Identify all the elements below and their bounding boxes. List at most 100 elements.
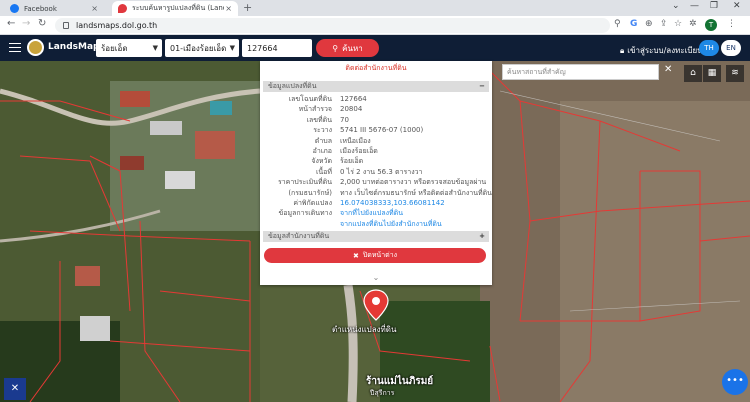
- search-button[interactable]: ⚲ ค้นหา: [316, 39, 379, 57]
- info-label: (กรมธนารักษ์): [288, 188, 332, 197]
- chevron-down-icon[interactable]: ⌄: [260, 273, 492, 282]
- lang-th-button[interactable]: TH: [699, 40, 719, 56]
- info-row: ตำบล เหนือเมือง: [260, 136, 492, 146]
- info-link[interactable]: 16.074038333,103.66081142: [340, 198, 445, 208]
- lang-en-button[interactable]: EN: [721, 40, 741, 56]
- google-icon[interactable]: G: [630, 19, 637, 29]
- chevron-down-icon: ▼: [152, 44, 158, 52]
- info-row: เลขโฉนดที่ดิน 127664: [260, 94, 492, 104]
- home-icon[interactable]: ⌂: [684, 65, 702, 82]
- info-row: ราคาประเมินที่ดิน 2,000 บาทต่อตารางวา หรื…: [260, 177, 492, 187]
- info-row: เนื้อที่ 0 ไร่ 2 งาน 56.3 ตารางวา: [260, 167, 492, 177]
- info-value: 127664: [340, 95, 367, 103]
- close-tab-icon[interactable]: ×: [225, 4, 232, 13]
- info-label: อำเภอ: [312, 147, 332, 155]
- info-row: จากแปลงที่ดินไปยังสำนักงานที่ดิน: [260, 219, 492, 229]
- close-icon: ✖: [352, 251, 359, 260]
- info-label: หน้าสำรวจ: [298, 105, 332, 114]
- forward-icon[interactable]: →: [22, 18, 30, 29]
- district-select[interactable]: 01-เมืองร้อยเอ็ด ▼: [165, 39, 239, 57]
- info-label: ข้อมูลการเดินทาง: [278, 209, 332, 218]
- district-value: 01-เมืองร้อยเอ็ด: [170, 43, 227, 53]
- info-value: 5741 III 5676-07 (1000): [340, 126, 424, 135]
- login-label: เข้าสู่ระบบ/ลงทะเบียน: [627, 46, 703, 55]
- search-icon: ⚲: [332, 43, 339, 53]
- info-label: เลขโฉนดที่ดิน: [288, 95, 332, 103]
- clear-search-icon[interactable]: ✕: [664, 64, 672, 75]
- facebook-favicon-icon: [10, 4, 19, 13]
- browser-tab-landsmaps[interactable]: ระบบค้นหารูปแปลงที่ดิน (LandsMaps) ×: [112, 1, 238, 16]
- parcel-number-input[interactable]: 127664: [242, 39, 312, 57]
- shop-label: ร้านแม่ไนภิรมย์: [366, 376, 434, 387]
- info-label: เลขที่ดิน: [306, 115, 332, 124]
- info-label: เนื้อที่: [316, 167, 332, 176]
- info-row: อำเภอ เมืองร้อยเอ็ด: [260, 146, 492, 156]
- province-value: ร้อยเอ็ด: [101, 43, 128, 53]
- parcel-info-section-header[interactable]: ข้อมูลแปลงที่ดิน −: [263, 81, 489, 92]
- info-row: ค่าพิกัดแปลง 16.074038333,103.66081142: [260, 198, 492, 208]
- info-value: 2,000 บาทต่อตารางวา หรือตรวจสอบข้อมูลผ่า…: [340, 178, 487, 187]
- close-window-button[interactable]: ✖ ปิดหน้าต่าง: [264, 248, 486, 263]
- location-icon[interactable]: ⚲: [614, 19, 621, 29]
- share-icon[interactable]: ⇪: [660, 19, 668, 29]
- app-header: LandsMaps ร้อยเอ็ด ▼ 01-เมืองร้อยเอ็ด ▼ …: [0, 35, 750, 61]
- parcel-number-value: 127664: [247, 43, 278, 53]
- info-label: จังหวัด: [311, 157, 332, 166]
- tab-title: Facebook: [24, 4, 57, 13]
- more-options-button[interactable]: •••: [722, 369, 748, 395]
- new-tab-icon[interactable]: +: [243, 1, 252, 14]
- info-label: ราคาประเมินที่ดิน: [277, 178, 332, 187]
- minimize-icon[interactable]: —: [690, 1, 699, 11]
- info-value: เหนือเมือง: [340, 136, 371, 145]
- search-button-label: ค้นหา: [342, 43, 363, 53]
- layers-icon[interactable]: ≋: [726, 65, 744, 82]
- info-value: ร้อยเอ็ด: [340, 157, 364, 166]
- info-value: ทาง เว็บไซต์กรมธนารักษ์ หรือติดต่อสำนักง…: [340, 188, 492, 197]
- info-row: จังหวัด ร้อยเอ็ด: [260, 156, 492, 166]
- tab-search-icon[interactable]: ⌄: [672, 1, 680, 11]
- hamburger-menu-icon[interactable]: [9, 43, 21, 52]
- info-value: 20804: [340, 105, 363, 114]
- poi-search-input[interactable]: ค้นหาสถานที่สำคัญ: [502, 64, 659, 80]
- chevron-down-icon: ▼: [229, 44, 235, 52]
- land-office-section-header[interactable]: ข้อมูลสำนักงานที่ดิน +: [263, 231, 489, 242]
- collapse-icon[interactable]: −: [479, 81, 485, 92]
- section-title: ข้อมูลสำนักงานที่ดิน: [268, 232, 330, 240]
- dol-logo: [27, 39, 44, 56]
- address-bar[interactable]: landsmaps.dol.go.th: [55, 18, 610, 33]
- close-tab-icon[interactable]: ×: [91, 4, 98, 13]
- info-label: ค่าพิกัดแปลง: [293, 199, 332, 207]
- login-link[interactable]: 🔒︎ เข้าสู่ระบบ/ลงทะเบียน: [620, 44, 703, 57]
- browser-menu-icon[interactable]: ⋮: [727, 19, 736, 29]
- info-row: ระวาง 5741 III 5676-07 (1000): [260, 125, 492, 135]
- browser-tabstrip: Facebook × ระบบค้นหารูปแปลงที่ดิน (Lands…: [0, 0, 750, 16]
- bookmark-star-icon[interactable]: ☆: [674, 19, 682, 29]
- parcel-info-panel: ติดต่อสำนักงานที่ดิน ข้อมูลแปลงที่ดิน − …: [260, 61, 492, 285]
- marker-label: ตำแหน่งแปลงที่ดิน: [332, 325, 397, 334]
- grid-icon[interactable]: ▦: [703, 65, 721, 82]
- extensions-icon[interactable]: ✲: [689, 19, 697, 29]
- info-label: ระวาง: [313, 126, 332, 135]
- expand-icon[interactable]: +: [479, 231, 485, 242]
- province-select[interactable]: ร้อยเอ็ด ▼: [96, 39, 162, 57]
- landsmaps-favicon-icon: [118, 4, 127, 13]
- reload-icon[interactable]: ↻: [38, 18, 46, 29]
- close-button-label: ปิดหน้าต่าง: [362, 251, 398, 259]
- shop-sublabel: ปีสุรีการ: [370, 389, 395, 397]
- tools-icon[interactable]: ✕: [4, 378, 26, 400]
- info-value: 70: [340, 115, 349, 124]
- maximize-icon[interactable]: ❐: [710, 1, 718, 11]
- info-row: หน้าสำรวจ 20804: [260, 104, 492, 114]
- zoom-icon[interactable]: ⊕: [645, 19, 653, 29]
- info-row: ข้อมูลการเดินทาง จากที่ไปยังแปลงที่ดิน: [260, 208, 492, 218]
- close-window-icon[interactable]: ✕: [733, 1, 741, 11]
- back-icon[interactable]: ←: [7, 18, 15, 29]
- info-value: เมืองร้อยเอ็ด: [340, 147, 378, 155]
- browser-tab-facebook[interactable]: Facebook ×: [4, 1, 104, 16]
- info-link[interactable]: จากแปลงที่ดินไปยังสำนักงานที่ดิน: [340, 219, 442, 229]
- info-value: 0 ไร่ 2 งาน 56.3 ตารางวา: [340, 167, 423, 176]
- profile-avatar[interactable]: T: [705, 19, 717, 31]
- lock-icon: 🔒︎: [620, 45, 625, 55]
- info-link[interactable]: จากที่ไปยังแปลงที่ดิน: [340, 208, 403, 218]
- info-row: (กรมธนารักษ์) ทาง เว็บไซต์กรมธนารักษ์ หรื…: [260, 188, 492, 198]
